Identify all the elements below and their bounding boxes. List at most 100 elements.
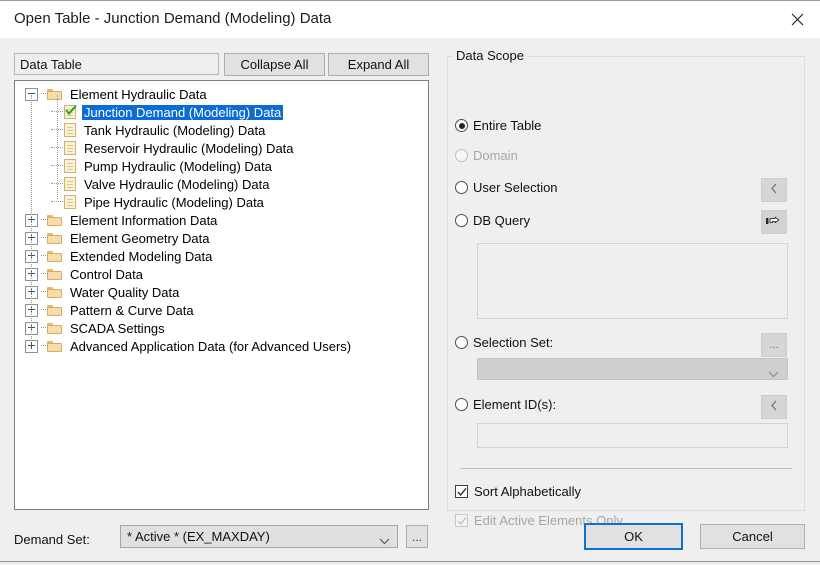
tree-item[interactable]: Reservoir Hydraulic (Modeling) Data: [15, 139, 428, 157]
tree-item[interactable]: Pattern & Curve Data: [15, 301, 428, 319]
tree-item-label: Junction Demand (Modeling) Data: [82, 104, 284, 120]
ok-button[interactable]: OK: [584, 523, 683, 550]
tree-connector: [41, 273, 46, 275]
radio-indicator: [455, 149, 468, 162]
folder-icon: [47, 340, 63, 353]
tree-item-label: Pattern & Curve Data: [70, 302, 194, 318]
element-ids-picker-button[interactable]: [761, 395, 787, 419]
expand-all-button[interactable]: Expand All: [328, 53, 429, 76]
tree-item[interactable]: Water Quality Data: [15, 283, 428, 301]
demand-set-value: * Active * (EX_MAXDAY): [127, 529, 270, 544]
tree-item[interactable]: Element Hydraulic Data: [15, 85, 428, 103]
radio-indicator: [455, 336, 468, 349]
radio-domain: Domain: [455, 148, 518, 163]
tree-item[interactable]: Element Information Data: [15, 211, 428, 229]
demand-set-browse-button[interactable]: ...: [406, 525, 428, 548]
selection-set-browse-button[interactable]: ...: [761, 333, 787, 357]
collapse-all-button[interactable]: Collapse All: [224, 53, 325, 76]
tree-item[interactable]: Control Data: [15, 265, 428, 283]
db-query-builder-button[interactable]: [761, 210, 787, 234]
close-icon[interactable]: [774, 1, 820, 38]
document-icon[interactable]: [64, 177, 76, 191]
document-lines: [67, 145, 73, 146]
tree-item-label: Tank Hydraulic (Modeling) Data: [84, 122, 266, 138]
title-bar: Open Table - Junction Demand (Modeling) …: [0, 0, 820, 39]
tree-item-label: Element Information Data: [70, 212, 218, 228]
radio-selection-set[interactable]: Selection Set:: [455, 335, 553, 350]
checkbox-sort-alphabetically-label: Sort Alphabetically: [474, 484, 581, 499]
tree-item[interactable]: Element Geometry Data: [15, 229, 428, 247]
db-query-textarea[interactable]: [477, 243, 788, 319]
window-title: Open Table - Junction Demand (Modeling) …: [14, 10, 332, 27]
tree-item-label: Element Geometry Data: [70, 230, 210, 246]
tree-item[interactable]: SCADA Settings: [15, 319, 428, 337]
data-table-field[interactable]: Data Table: [14, 53, 219, 75]
background-window-sliver: [0, 561, 820, 565]
radio-domain-label: Domain: [473, 148, 518, 163]
tree-item-label: Water Quality Data: [70, 284, 180, 300]
tree-item[interactable]: Junction Demand (Modeling) Data: [15, 103, 428, 121]
radio-user-selection[interactable]: User Selection: [455, 180, 558, 195]
tree-item-label: Extended Modeling Data: [70, 248, 213, 264]
folder-icon: [47, 286, 63, 299]
document-lines: [67, 199, 73, 200]
data-table-label: Data Table: [20, 57, 82, 72]
radio-entire-table[interactable]: Entire Table: [455, 118, 541, 133]
checkbox-indicator: [455, 514, 468, 527]
folder-icon: [47, 250, 63, 263]
document-icon[interactable]: [64, 141, 76, 155]
radio-indicator: [455, 214, 468, 227]
data-table-tree[interactable]: Element Hydraulic Data Junction Demand (M…: [14, 80, 429, 510]
dialog-body: Data Table Collapse All Expand All Eleme…: [0, 38, 820, 565]
tree-item[interactable]: Pump Hydraulic (Modeling) Data: [15, 157, 428, 175]
open-table-dialog: Open Table - Junction Demand (Modeling) …: [0, 0, 820, 565]
radio-entire-table-label: Entire Table: [473, 118, 542, 133]
radio-db-query-label: DB Query: [473, 213, 531, 228]
tree-item[interactable]: Pipe Hydraulic (Modeling) Data: [15, 193, 428, 211]
tree-connector: [41, 255, 46, 257]
document-lines: [67, 181, 73, 182]
tree-item[interactable]: Extended Modeling Data: [15, 247, 428, 265]
folder-icon: [47, 268, 63, 281]
tree-connector: [41, 291, 46, 293]
data-scope-legend: Data Scope: [452, 48, 528, 63]
document-checked-icon[interactable]: [64, 105, 77, 119]
tree-item[interactable]: Advanced Application Data (for Advanced …: [15, 337, 428, 355]
selection-set-dropdown[interactable]: [477, 358, 788, 380]
radio-indicator: [455, 119, 468, 132]
tree-connector: [51, 201, 63, 203]
tree-connector: [41, 309, 46, 311]
chevron-down-icon: [768, 365, 779, 383]
radio-user-selection-label: User Selection: [473, 180, 558, 195]
scope-separator: [460, 468, 792, 469]
radio-element-ids-label: Element ID(s):: [473, 397, 557, 412]
document-icon[interactable]: [64, 123, 76, 137]
document-icon[interactable]: [64, 195, 76, 209]
document-lines: [67, 163, 73, 164]
user-selection-picker-button[interactable]: [761, 178, 787, 202]
tree-item-label: Control Data: [70, 266, 143, 282]
tree-item[interactable]: Tank Hydraulic (Modeling) Data: [15, 121, 428, 139]
tree-guide-line: [57, 95, 58, 199]
checkbox-sort-alphabetically[interactable]: Sort Alphabetically: [455, 484, 581, 499]
tree-item-label: SCADA Settings: [70, 320, 165, 336]
tree-connector: [41, 237, 46, 239]
cancel-button[interactable]: Cancel: [700, 524, 805, 549]
radio-indicator: [455, 181, 468, 194]
radio-db-query[interactable]: DB Query: [455, 213, 530, 228]
tree-connector: [41, 219, 46, 221]
tree-item-label: Pump Hydraulic (Modeling) Data: [84, 158, 272, 174]
folder-icon: [47, 232, 63, 245]
document-lines: [67, 127, 73, 128]
radio-element-ids[interactable]: Element ID(s):: [455, 397, 556, 412]
expand-toggle-icon[interactable]: [25, 339, 38, 353]
tree-item-label: Pipe Hydraulic (Modeling) Data: [84, 194, 264, 210]
green-check-icon: [65, 105, 77, 116]
folder-icon: [47, 304, 63, 317]
element-ids-input[interactable]: [477, 423, 788, 448]
demand-set-dropdown[interactable]: * Active * (EX_MAXDAY): [120, 525, 398, 548]
document-icon[interactable]: [64, 159, 76, 173]
radio-selection-set-label: Selection Set:: [473, 335, 554, 350]
tree-connector: [41, 345, 46, 347]
tree-item[interactable]: Valve Hydraulic (Modeling) Data: [15, 175, 428, 193]
